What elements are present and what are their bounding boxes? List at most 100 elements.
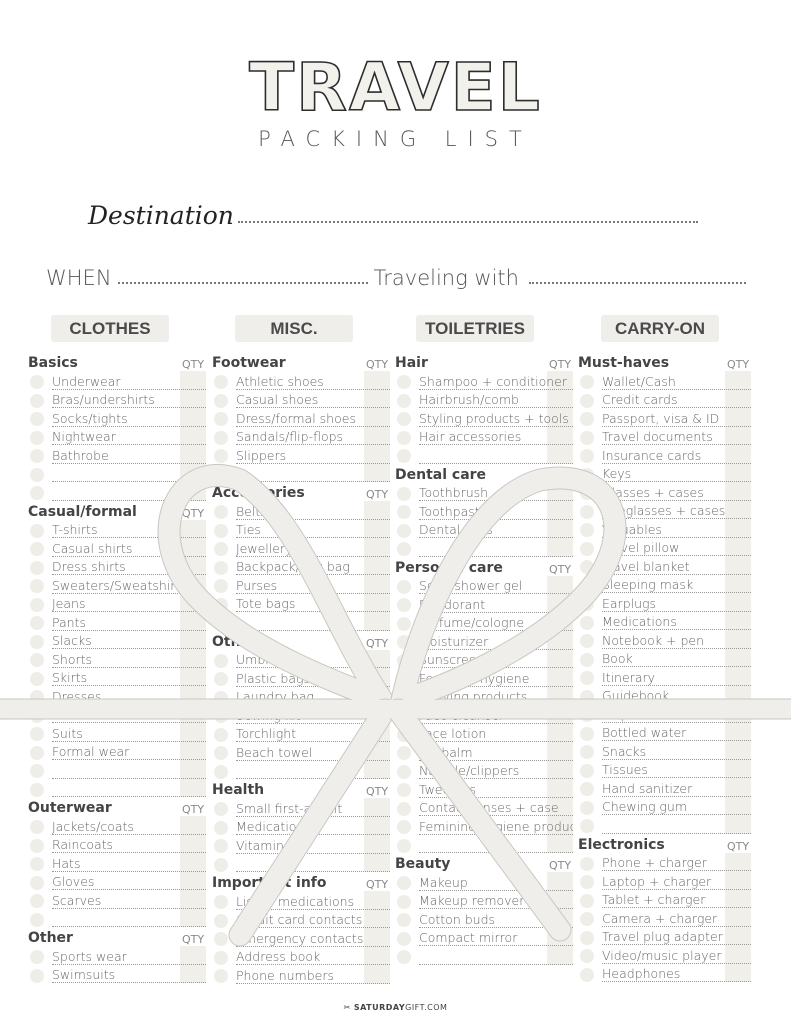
checkbox-circle[interactable] [214, 913, 228, 928]
checkbox-circle[interactable] [30, 857, 44, 871]
checkbox-circle[interactable] [214, 690, 228, 705]
checkbox-circle[interactable] [214, 857, 228, 872]
checkbox-circle[interactable] [580, 949, 594, 963]
checkbox-circle[interactable] [214, 746, 228, 760]
checkbox-circle[interactable] [214, 467, 228, 482]
checkbox-circle[interactable] [580, 504, 594, 519]
checkbox-circle[interactable] [397, 764, 411, 779]
checkbox-circle[interactable] [30, 616, 44, 630]
checkbox-circle[interactable] [30, 412, 44, 426]
checkbox-circle[interactable] [30, 838, 44, 853]
checkbox-circle[interactable] [214, 764, 228, 779]
checkbox-circle[interactable] [580, 782, 594, 796]
checkbox-circle[interactable] [214, 709, 228, 723]
checkbox-circle[interactable] [580, 875, 594, 889]
checkbox-circle[interactable] [397, 931, 411, 946]
checkbox-circle[interactable] [214, 616, 228, 630]
checkbox-circle[interactable] [214, 375, 228, 389]
checkbox-circle[interactable] [214, 895, 228, 909]
checkbox-circle[interactable] [580, 393, 594, 408]
checkbox-circle[interactable] [30, 560, 44, 575]
checkbox-circle[interactable] [214, 560, 228, 575]
checkbox-circle[interactable] [397, 820, 411, 834]
checkbox-circle[interactable] [214, 839, 228, 853]
checkbox-circle[interactable] [30, 393, 44, 408]
checkbox-circle[interactable] [30, 449, 44, 463]
checkbox-circle[interactable] [580, 930, 594, 945]
checkbox-circle[interactable] [30, 727, 44, 741]
when-input-line[interactable] [117, 282, 368, 284]
checkbox-circle[interactable] [397, 505, 411, 519]
checkbox-circle[interactable] [397, 783, 411, 797]
checkbox-circle[interactable] [397, 486, 411, 501]
checkbox-circle[interactable] [397, 894, 411, 909]
checkbox-circle[interactable] [214, 505, 228, 519]
checkbox-circle[interactable] [214, 449, 228, 463]
checkbox-circle[interactable] [214, 542, 228, 556]
checkbox-circle[interactable] [580, 726, 594, 741]
checkbox-circle[interactable] [30, 653, 44, 667]
checkbox-circle[interactable] [30, 708, 44, 723]
checkbox-circle[interactable] [580, 523, 594, 537]
checkbox-circle[interactable] [580, 597, 594, 611]
checkbox-circle[interactable] [214, 820, 228, 835]
checkbox-circle[interactable] [30, 764, 44, 778]
checkbox-circle[interactable] [214, 672, 228, 686]
checkbox-circle[interactable] [30, 820, 44, 834]
checkbox-circle[interactable] [214, 950, 228, 965]
checkbox-circle[interactable] [30, 597, 44, 612]
checkbox-circle[interactable] [397, 913, 411, 927]
checkbox-circle[interactable] [30, 690, 44, 704]
checkbox-circle[interactable] [30, 542, 44, 556]
checkbox-circle[interactable] [397, 430, 411, 445]
checkbox-circle[interactable] [30, 671, 44, 686]
checkbox-circle[interactable] [397, 616, 411, 631]
checkbox-circle[interactable] [397, 950, 411, 964]
checkbox-circle[interactable] [214, 727, 228, 742]
checkbox-circle[interactable] [214, 430, 228, 445]
checkbox-circle[interactable] [397, 449, 411, 463]
checkbox-circle[interactable] [30, 894, 44, 908]
checkbox-circle[interactable] [30, 782, 44, 797]
checkbox-circle[interactable] [30, 375, 44, 389]
checkbox-circle[interactable] [30, 912, 44, 927]
checkbox-circle[interactable] [580, 578, 594, 593]
checkbox-circle[interactable] [397, 523, 411, 538]
checkbox-circle[interactable] [30, 968, 44, 983]
checkbox-circle[interactable] [30, 486, 44, 500]
checkbox-circle[interactable] [214, 523, 228, 538]
checkbox-circle[interactable] [580, 449, 594, 463]
checkbox-circle[interactable] [397, 801, 411, 816]
checkbox-circle[interactable] [580, 615, 594, 630]
checkbox-circle[interactable] [30, 523, 44, 538]
checkbox-circle[interactable] [580, 560, 594, 574]
destination-input-line[interactable] [237, 220, 698, 223]
checkbox-circle[interactable] [397, 876, 411, 890]
checkbox-circle[interactable] [580, 800, 594, 815]
checkbox-circle[interactable] [580, 412, 594, 426]
checkbox-circle[interactable] [580, 856, 594, 871]
checkbox-circle[interactable] [580, 467, 594, 482]
checkbox-circle[interactable] [580, 912, 594, 926]
checkbox-circle[interactable] [397, 393, 411, 408]
checkbox-circle[interactable] [397, 542, 411, 556]
checkbox-circle[interactable] [397, 653, 411, 668]
checkbox-circle[interactable] [214, 802, 228, 816]
checkbox-circle[interactable] [397, 579, 411, 594]
checkbox-circle[interactable] [397, 412, 411, 426]
checkbox-circle[interactable] [214, 579, 228, 593]
traveling-with-input-line[interactable] [528, 282, 746, 284]
checkbox-circle[interactable] [30, 430, 44, 445]
checkbox-circle[interactable] [30, 950, 44, 964]
checkbox-circle[interactable] [397, 838, 411, 853]
checkbox-circle[interactable] [214, 653, 228, 668]
checkbox-circle[interactable] [214, 932, 228, 946]
checkbox-circle[interactable] [30, 579, 44, 593]
checkbox-circle[interactable] [580, 967, 594, 982]
checkbox-circle[interactable] [214, 393, 228, 408]
checkbox-circle[interactable] [580, 671, 594, 685]
checkbox-circle[interactable] [580, 708, 594, 722]
checkbox-circle[interactable] [580, 375, 594, 389]
checkbox-circle[interactable] [580, 893, 594, 908]
checkbox-circle[interactable] [397, 635, 411, 649]
